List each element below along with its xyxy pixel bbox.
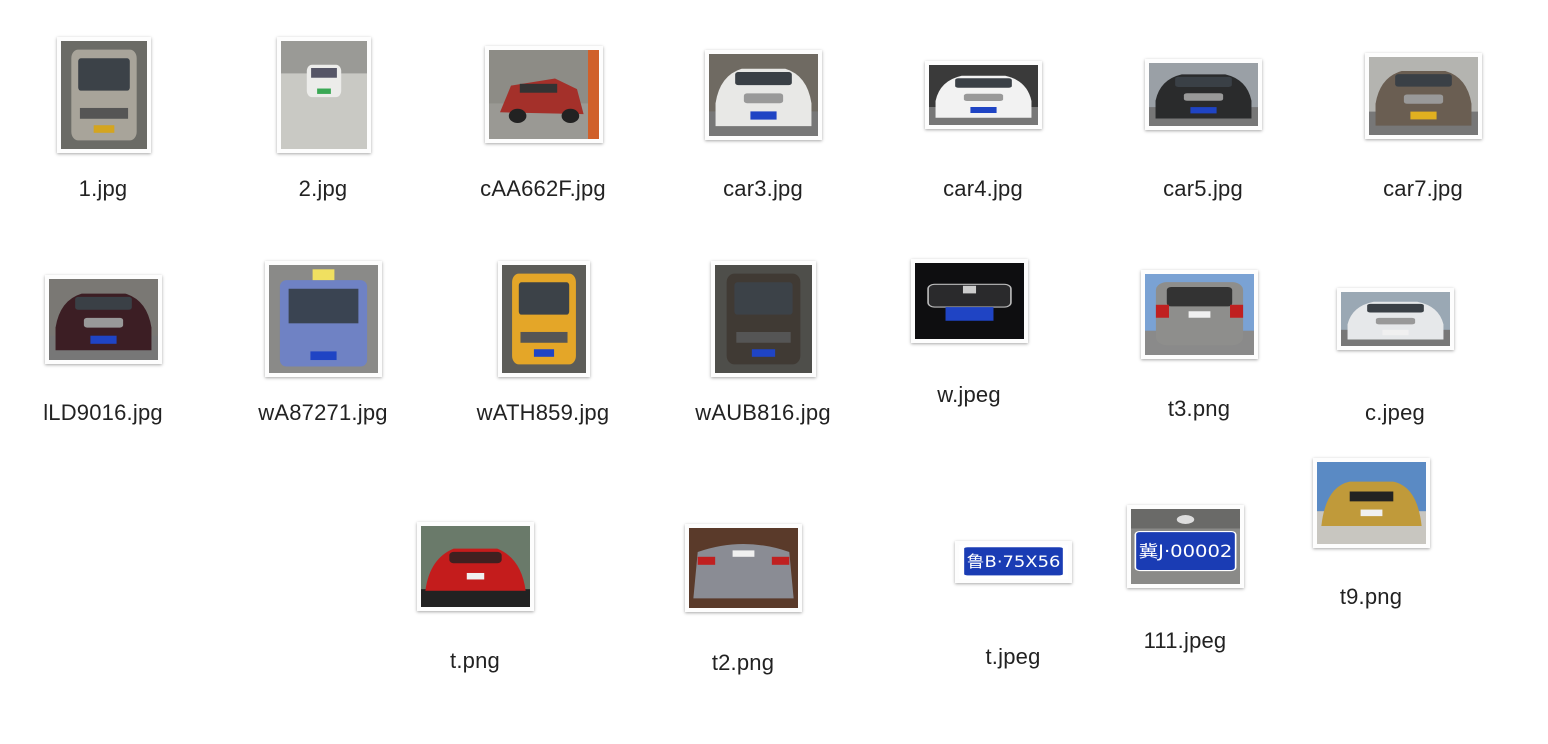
file-name-label[interactable]: 111.jpeg: [1085, 628, 1285, 654]
thumbnail-drawing: [929, 65, 1038, 125]
thumbnail-image: [1145, 274, 1254, 355]
file-name-label[interactable]: car4.jpg: [883, 176, 1083, 202]
thumbnail-drawing: [61, 41, 147, 149]
thumbnail-drawing: [281, 41, 367, 149]
plate-text: 冀J·00002: [1139, 542, 1233, 561]
thumbnail-image: [489, 50, 599, 139]
thumbnail-image: [929, 65, 1038, 125]
file-name-label[interactable]: t.png: [375, 648, 575, 674]
file-name-label[interactable]: wA87271.jpg: [223, 400, 423, 426]
thumbnail-image: [915, 263, 1024, 339]
thumbnail-drawing: [915, 263, 1024, 339]
thumbnail-image: [1149, 63, 1258, 126]
file-thumbnail[interactable]: [1365, 53, 1482, 139]
thumbnail-drawing: [1369, 57, 1478, 135]
file-thumbnail[interactable]: [485, 46, 603, 143]
file-thumbnail[interactable]: 鲁B·75X56: [955, 541, 1072, 583]
file-thumbnail[interactable]: [1145, 59, 1262, 130]
thumbnail-image: [281, 41, 367, 149]
thumbnail-image: [689, 528, 798, 608]
file-thumbnail[interactable]: [705, 50, 822, 140]
file-thumbnail[interactable]: [57, 37, 151, 153]
file-name-label[interactable]: wAUB816.jpg: [663, 400, 863, 426]
file-icon-view: 1.jpg 2.jpg cAA662F.jpg car3.jpg car4.jp…: [0, 0, 1548, 744]
thumbnail-image: [269, 265, 378, 373]
file-name-label[interactable]: c.jpeg: [1295, 400, 1495, 426]
file-thumbnail[interactable]: [498, 261, 590, 377]
file-name-label[interactable]: 1.jpg: [3, 176, 203, 202]
thumbnail-drawing: [1149, 63, 1258, 126]
plate-text: 鲁B·75X56: [967, 552, 1061, 570]
thumbnail-drawing: [489, 50, 599, 139]
thumbnail-image: [502, 265, 586, 373]
file-thumbnail[interactable]: [45, 275, 162, 364]
file-thumbnail[interactable]: 冀J·00002: [1127, 505, 1244, 588]
thumbnail-drawing: [1145, 274, 1254, 355]
file-thumbnail[interactable]: [711, 261, 816, 377]
thumbnail-drawing: [49, 279, 158, 360]
file-thumbnail[interactable]: [911, 259, 1028, 343]
thumbnail-drawing: 冀J·00002: [1131, 509, 1240, 584]
file-thumbnail[interactable]: [685, 524, 802, 612]
thumbnail-drawing: [269, 265, 378, 373]
file-thumbnail[interactable]: [265, 261, 382, 377]
thumbnail-drawing: [502, 265, 586, 373]
thumbnail-image: [709, 54, 818, 136]
thumbnail-image: [715, 265, 812, 373]
thumbnail-drawing: [689, 528, 798, 608]
thumbnail-drawing: 鲁B·75X56: [959, 545, 1068, 579]
file-thumbnail[interactable]: [417, 522, 534, 611]
thumbnail-drawing: [715, 265, 812, 373]
file-thumbnail[interactable]: [1337, 288, 1454, 350]
thumbnail-drawing: [421, 526, 530, 607]
thumbnail-image: [61, 41, 147, 149]
file-name-label[interactable]: lLD9016.jpg: [3, 400, 203, 426]
file-name-label[interactable]: car7.jpg: [1323, 176, 1523, 202]
thumbnail-drawing: [1341, 292, 1450, 346]
file-name-label[interactable]: w.jpeg: [869, 382, 1069, 408]
thumbnail-image: 鲁B·75X56: [959, 545, 1068, 579]
file-thumbnail[interactable]: [1313, 458, 1430, 548]
thumbnail-image: [1317, 462, 1426, 544]
file-thumbnail[interactable]: [925, 61, 1042, 129]
file-name-label[interactable]: car3.jpg: [663, 176, 863, 202]
file-thumbnail[interactable]: [277, 37, 371, 153]
file-name-label[interactable]: 2.jpg: [223, 176, 423, 202]
file-name-label[interactable]: t9.png: [1271, 584, 1471, 610]
file-name-label[interactable]: cAA662F.jpg: [443, 176, 643, 202]
thumbnail-image: [1341, 292, 1450, 346]
file-name-label[interactable]: t2.png: [643, 650, 843, 676]
thumbnail-image: 冀J·00002: [1131, 509, 1240, 584]
thumbnail-image: [49, 279, 158, 360]
thumbnail-image: [1369, 57, 1478, 135]
thumbnail-drawing: [709, 54, 818, 136]
file-name-label[interactable]: wATH859.jpg: [443, 400, 643, 426]
file-name-label[interactable]: t.jpeg: [913, 644, 1113, 670]
file-thumbnail[interactable]: [1141, 270, 1258, 359]
file-name-label[interactable]: t3.png: [1099, 396, 1299, 422]
thumbnail-image: [421, 526, 530, 607]
thumbnail-drawing: [1317, 462, 1426, 544]
file-name-label[interactable]: car5.jpg: [1103, 176, 1303, 202]
